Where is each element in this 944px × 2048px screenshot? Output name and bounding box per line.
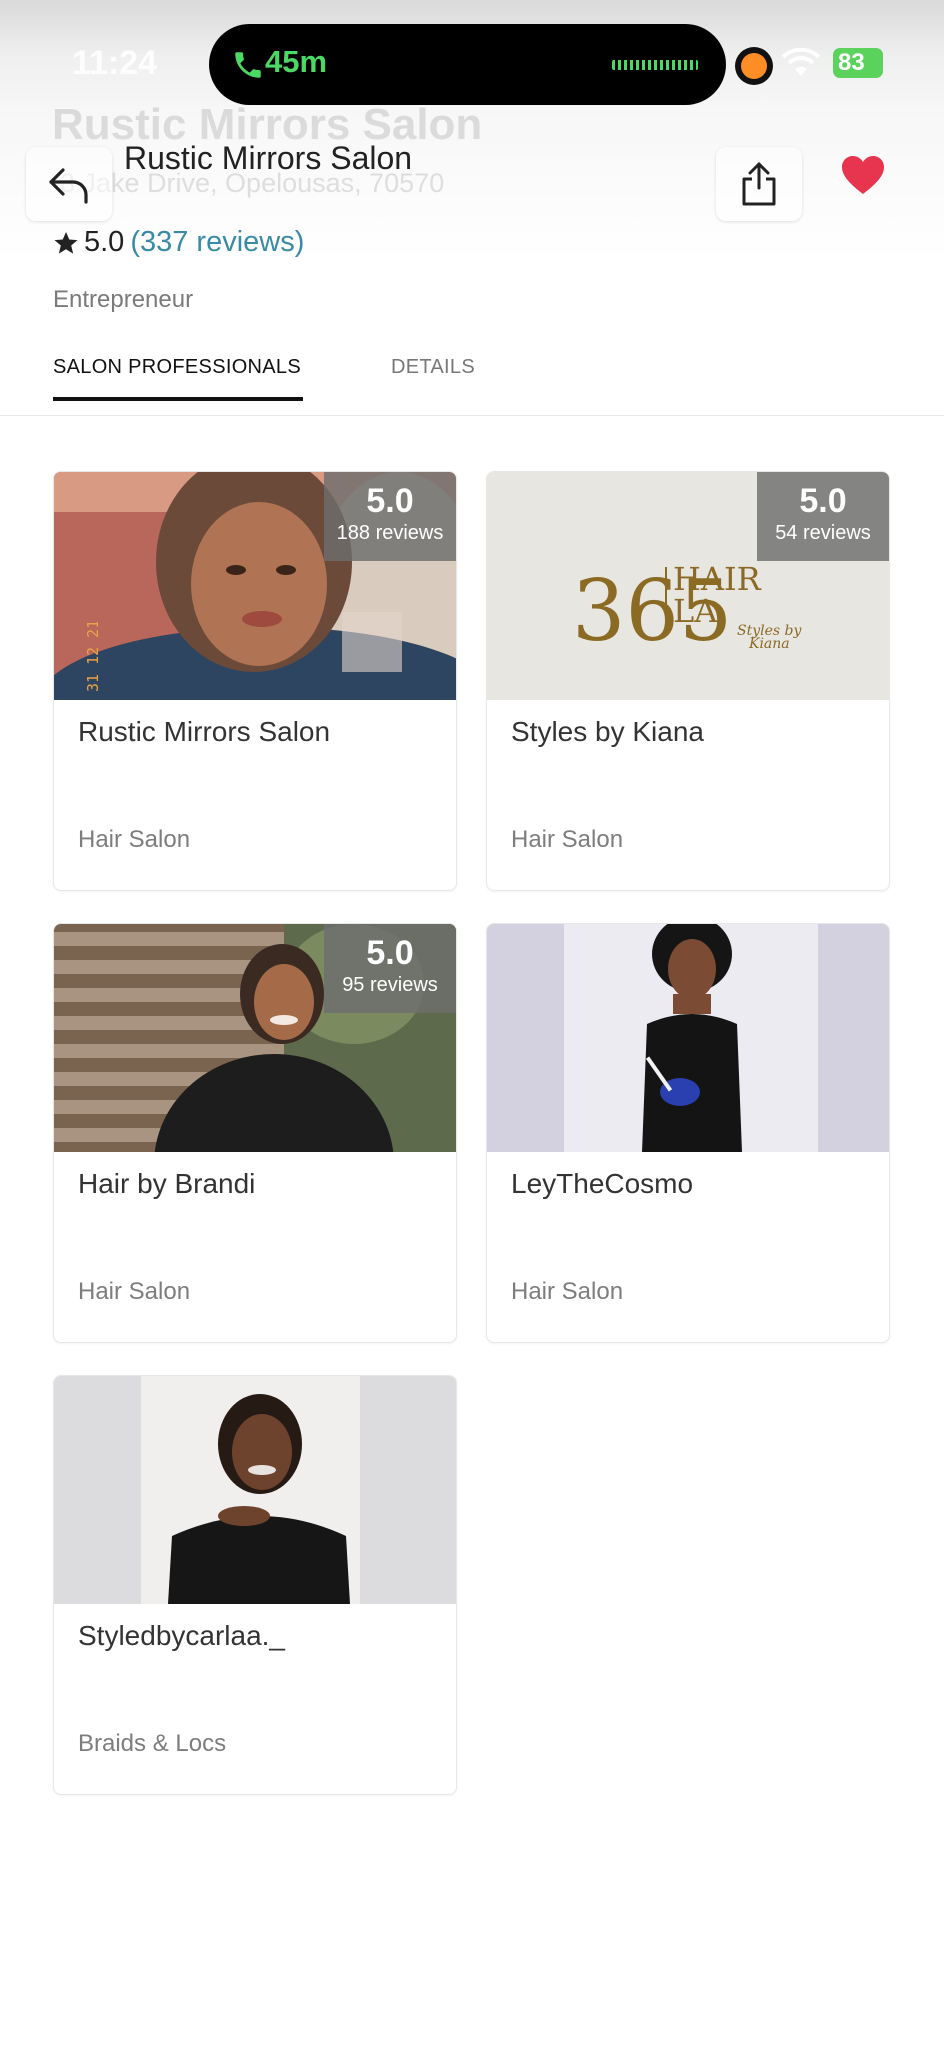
professional-type: Braids & Locs xyxy=(78,1730,227,1757)
status-time: 11:24 xyxy=(72,44,158,82)
professional-card-styles-by-kiana[interactable]: 365 HAIR LA Styles by Kiana 5.0 54 revie… xyxy=(486,471,890,891)
svg-text:31 12 21: 31 12 21 xyxy=(84,622,102,692)
rating-badge: 5.0 188 reviews xyxy=(324,472,456,561)
share-button[interactable] xyxy=(716,147,802,221)
professional-name: Styledbycarlaa._ xyxy=(78,1620,286,1651)
battery-indicator: 83 xyxy=(833,48,883,78)
back-arrow-icon xyxy=(49,168,88,204)
professional-type: Hair Salon xyxy=(78,1278,191,1305)
salon-rating-value: 5.0 xyxy=(84,226,125,258)
rating-score: 5.0 xyxy=(366,934,414,972)
tab-details[interactable]: DETAILS xyxy=(391,356,475,379)
professional-name: LeyTheCosmo xyxy=(511,1168,694,1199)
rating-badge: 5.0 95 reviews xyxy=(324,924,456,1013)
back-button[interactable] xyxy=(26,147,112,221)
rating-count: 188 reviews xyxy=(336,522,444,544)
logo-script-2: Kiana xyxy=(748,636,790,652)
professional-name: Styles by Kiana xyxy=(511,716,704,747)
professional-card-rustic-mirrors[interactable]: 31 12 21 5.0 188 reviews Rustic Mirrors … xyxy=(53,471,457,891)
rating-score: 5.0 xyxy=(799,482,847,520)
camera-indicator-icon xyxy=(741,53,767,79)
salon-category: Entrepreneur xyxy=(53,286,194,313)
logo-la: LA xyxy=(673,592,718,630)
tab-salon-professionals[interactable]: SALON PROFESSIONALS xyxy=(53,356,301,379)
professional-card-leythecosmo[interactable]: LeyTheCosmo Hair Salon xyxy=(486,923,890,1343)
active-tab-indicator xyxy=(53,397,303,401)
professional-photo xyxy=(54,1376,456,1604)
professional-type: Hair Salon xyxy=(78,826,191,853)
photo-date-stamp: 31 12 21 xyxy=(84,622,102,692)
tabs-divider xyxy=(0,415,944,416)
rating-count: 95 reviews xyxy=(342,974,438,996)
professional-card-styledbycarlaa[interactable]: Styledbycarlaa._ Braids & Locs xyxy=(53,1375,457,1795)
star-icon xyxy=(54,231,78,254)
call-duration: 45m xyxy=(265,44,328,79)
rating-score: 5.0 xyxy=(366,482,414,520)
favorite-heart-icon[interactable] xyxy=(840,154,886,196)
professional-photo xyxy=(487,924,889,1152)
dynamic-island-call[interactable]: 45m xyxy=(209,24,726,105)
rating-count: 54 reviews xyxy=(775,522,871,544)
wifi-icon xyxy=(781,48,821,76)
audio-wave-icon xyxy=(612,60,698,70)
rating-badge: 5.0 54 reviews xyxy=(757,472,889,561)
salon-reviews-link[interactable]: (337 reviews) xyxy=(130,226,304,259)
salon-rating-row: 5.0 (337 reviews) xyxy=(53,226,304,259)
professional-name: Hair by Brandi xyxy=(78,1168,256,1199)
professional-type: Hair Salon xyxy=(511,826,624,853)
professional-type: Hair Salon xyxy=(511,1278,624,1305)
share-icon xyxy=(742,162,776,206)
professional-name: Rustic Mirrors Salon xyxy=(78,716,331,747)
phone-icon xyxy=(235,52,261,78)
page-title: Rustic Mirrors Salon xyxy=(124,140,413,176)
professional-card-hair-by-brandi[interactable]: 5.0 95 reviews Hair by Brandi Hair Salon xyxy=(53,923,457,1343)
